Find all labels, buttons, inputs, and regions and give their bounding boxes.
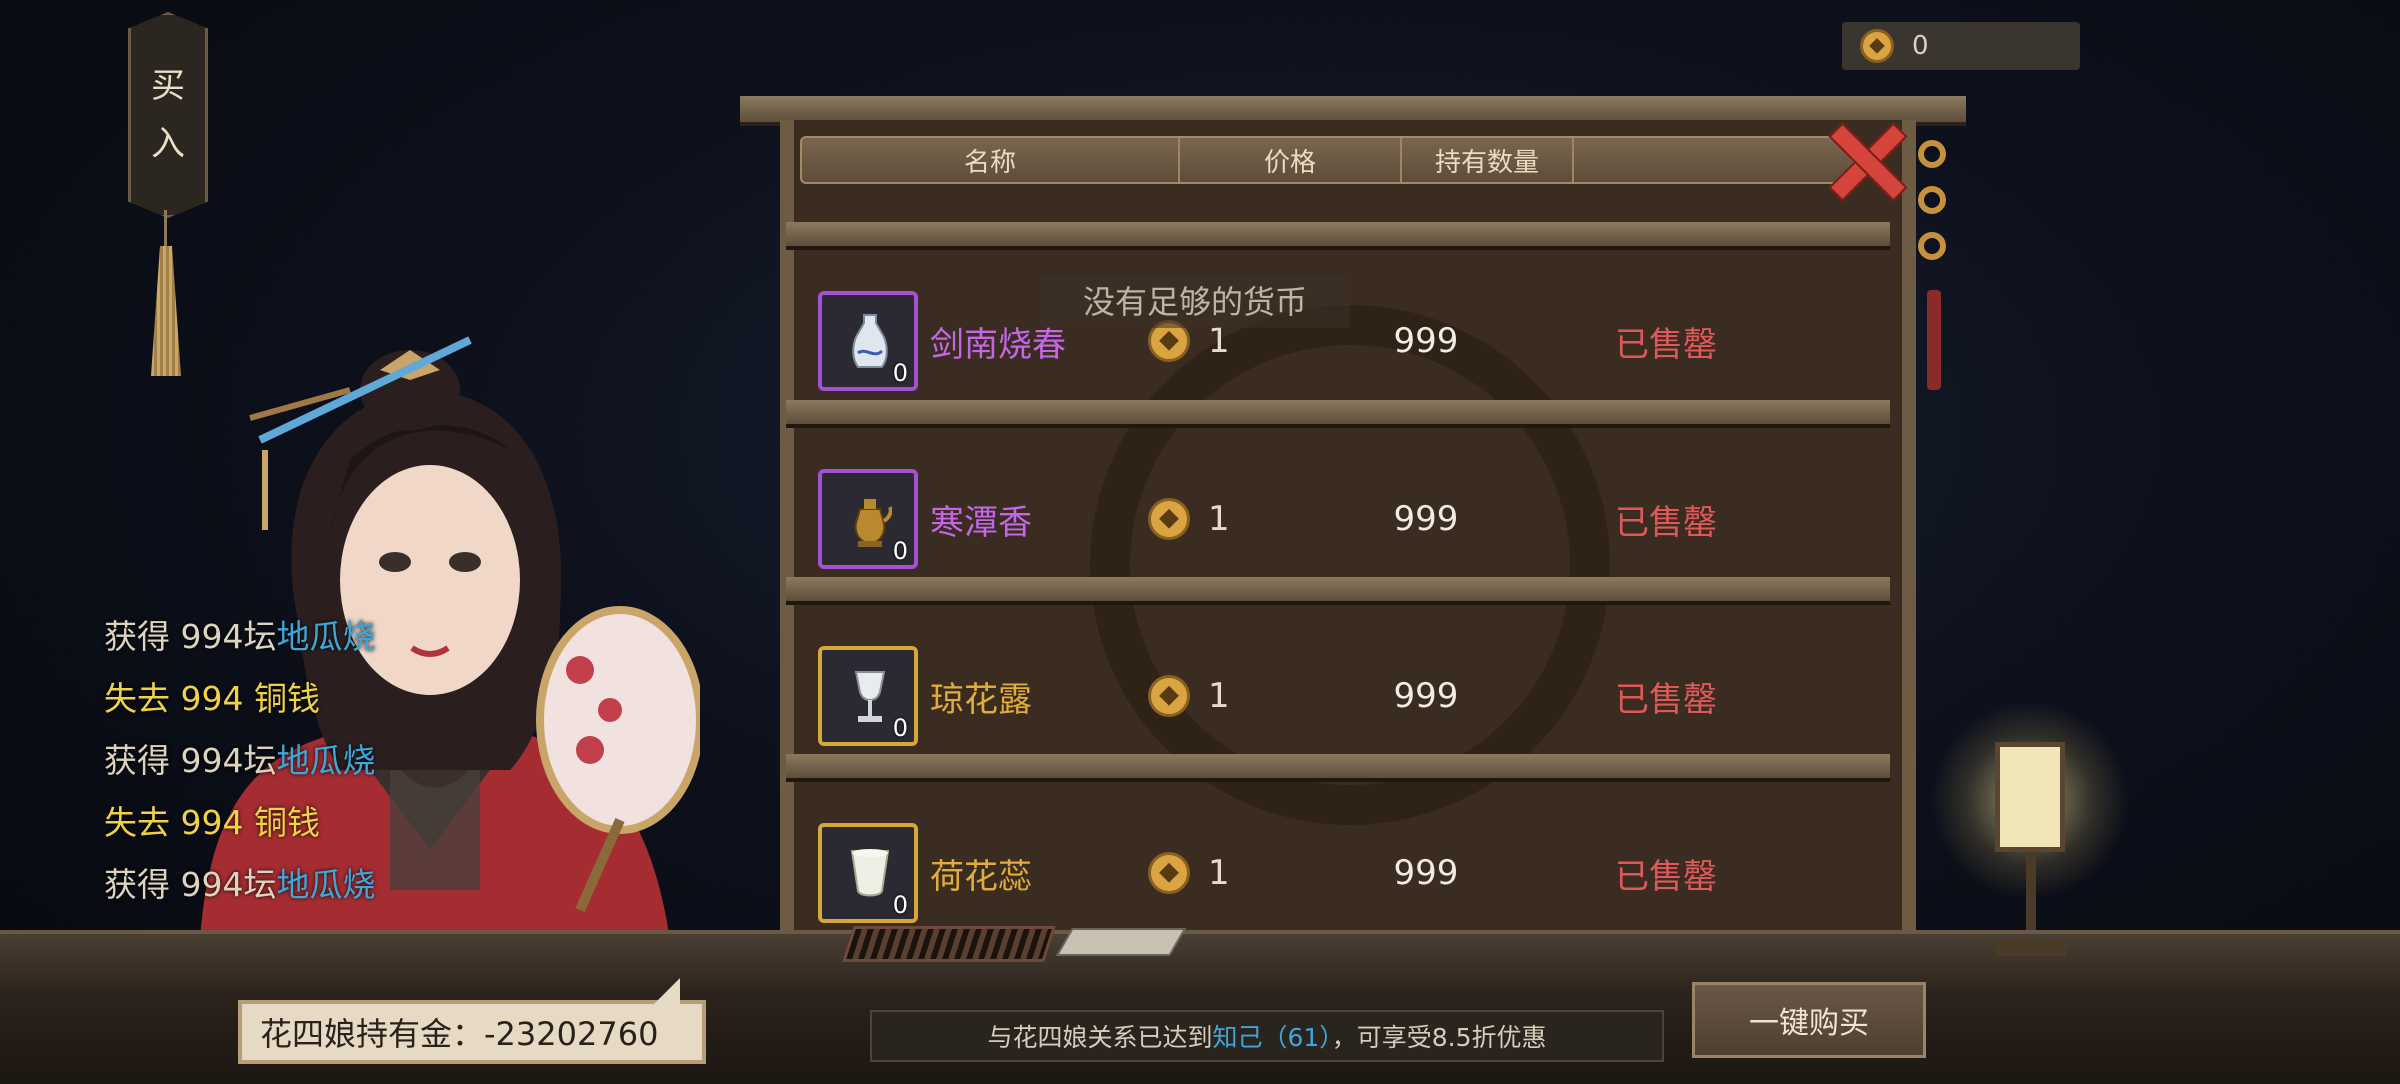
shelf-plank (786, 577, 1890, 605)
wine-goblet-icon (854, 671, 886, 722)
coin-chain-ornament (1918, 140, 1946, 278)
log-entry-item: 地瓜烧 (276, 741, 376, 780)
lamp-icon (1995, 742, 2065, 852)
item-price: 1 (1148, 852, 1298, 894)
relation-status-bar: 与花四娘关系已达到知己（61），可享受8.5折优惠 (870, 1010, 1664, 1062)
coin-icon (1148, 498, 1190, 540)
wine-cup-icon (850, 849, 890, 897)
item-owned-count: 0 (892, 537, 908, 565)
papers-icon (1055, 928, 1187, 956)
shelf-plank (786, 754, 1890, 782)
transaction-log: 获得 994坛地瓜烧 失去 994 铜钱 获得 994坛地瓜烧 失去 994 铜… (104, 606, 375, 916)
table-header: 名称 价格 持有数量 (800, 136, 1860, 184)
merchant-gold-box: 花四娘持有金：-23202760 (238, 978, 706, 1064)
header-spacer (1574, 138, 1858, 182)
item-price-value: 1 (1208, 499, 1230, 539)
currency-display: 0 (1842, 22, 2080, 70)
item-owned-count: 0 (892, 714, 908, 742)
buy-all-button[interactable]: 一键购买 (1692, 982, 1926, 1058)
log-entry-text: 获得 994坛 (104, 865, 277, 904)
item-held: 999 (1393, 499, 1459, 539)
header-name: 名称 (802, 138, 1180, 182)
relation-text-before: 与花四娘关系已达到 (987, 1023, 1213, 1052)
item-price-value: 1 (1208, 853, 1230, 893)
log-entry: 获得 994坛地瓜烧 (104, 730, 375, 792)
shelf-plank (786, 222, 1890, 250)
item-name: 荷花蕊 (930, 856, 1032, 897)
shelf-plank (786, 400, 1890, 428)
tassel-cord (164, 210, 167, 250)
header-price: 价格 (1180, 138, 1402, 182)
relation-text-after: ，可享受8.5折优惠 (1331, 1023, 1547, 1052)
item-slot: 0 (818, 469, 918, 569)
log-entry: 获得 994坛地瓜烧 (104, 854, 375, 916)
item-held: 999 (1393, 676, 1459, 716)
coin-icon (1148, 675, 1190, 717)
sold-out-status[interactable]: 已售罄 (1556, 672, 1776, 721)
log-entry-text: 失去 994 铜钱 (104, 679, 320, 718)
teapot-icon (854, 499, 892, 547)
item-owned-count: 0 (892, 891, 908, 919)
buy-tag-char-2: 入 (151, 124, 185, 164)
insufficient-currency-toast: 没有足够的货币 (1040, 276, 1350, 328)
lamp-base (1996, 940, 2066, 956)
sold-out-status[interactable]: 已售罄 (1556, 495, 1776, 544)
item-price: 1 (1148, 675, 1298, 717)
lamp-pole (2026, 852, 2036, 942)
item-held: 999 (1393, 853, 1459, 893)
log-entry-item: 地瓜烧 (276, 865, 376, 904)
log-entry-text: 获得 994坛 (104, 617, 277, 656)
buy-tag-char-1: 买 (151, 66, 185, 106)
log-entry-text: 失去 994 铜钱 (104, 803, 320, 842)
red-tassel-icon (1927, 290, 1941, 390)
item-held: 999 (1393, 321, 1459, 361)
item-row[interactable]: 0 寒潭香 1 999 已售罄 (818, 461, 1858, 577)
abacus-icon (842, 926, 1056, 962)
buy-mode-tag[interactable]: 买 入 (128, 12, 208, 218)
sold-out-status[interactable]: 已售罄 (1556, 317, 1776, 366)
log-entry: 失去 994 铜钱 (104, 668, 375, 730)
relation-level: 知己（61） (1212, 1023, 1332, 1052)
log-entry-text: 获得 994坛 (104, 741, 277, 780)
coin-icon (1860, 29, 1894, 63)
log-entry: 失去 994 铜钱 (104, 792, 375, 854)
item-slot: 0 (818, 291, 918, 391)
sold-out-status[interactable]: 已售罄 (1556, 849, 1776, 898)
item-price-value: 1 (1208, 676, 1230, 716)
item-name: 寒潭香 (930, 502, 1032, 543)
liquor-vase-icon (852, 314, 888, 368)
tassel-icon (151, 246, 181, 376)
item-row[interactable]: 0 琼花露 1 999 已售罄 (818, 638, 1858, 754)
log-entry-item: 地瓜烧 (276, 617, 376, 656)
header-held: 持有数量 (1402, 138, 1574, 182)
item-name: 琼花露 (930, 679, 1032, 720)
coin-icon (1148, 852, 1190, 894)
item-price: 1 (1148, 498, 1298, 540)
item-slot: 0 (818, 646, 918, 746)
item-owned-count: 0 (892, 359, 908, 387)
log-entry: 获得 994坛地瓜烧 (104, 606, 375, 668)
close-icon[interactable] (1822, 120, 1906, 200)
currency-amount: 0 (1912, 31, 1929, 61)
item-slot: 0 (818, 823, 918, 923)
item-row[interactable]: 0 荷花蕊 1 999 已售罄 (818, 815, 1858, 931)
